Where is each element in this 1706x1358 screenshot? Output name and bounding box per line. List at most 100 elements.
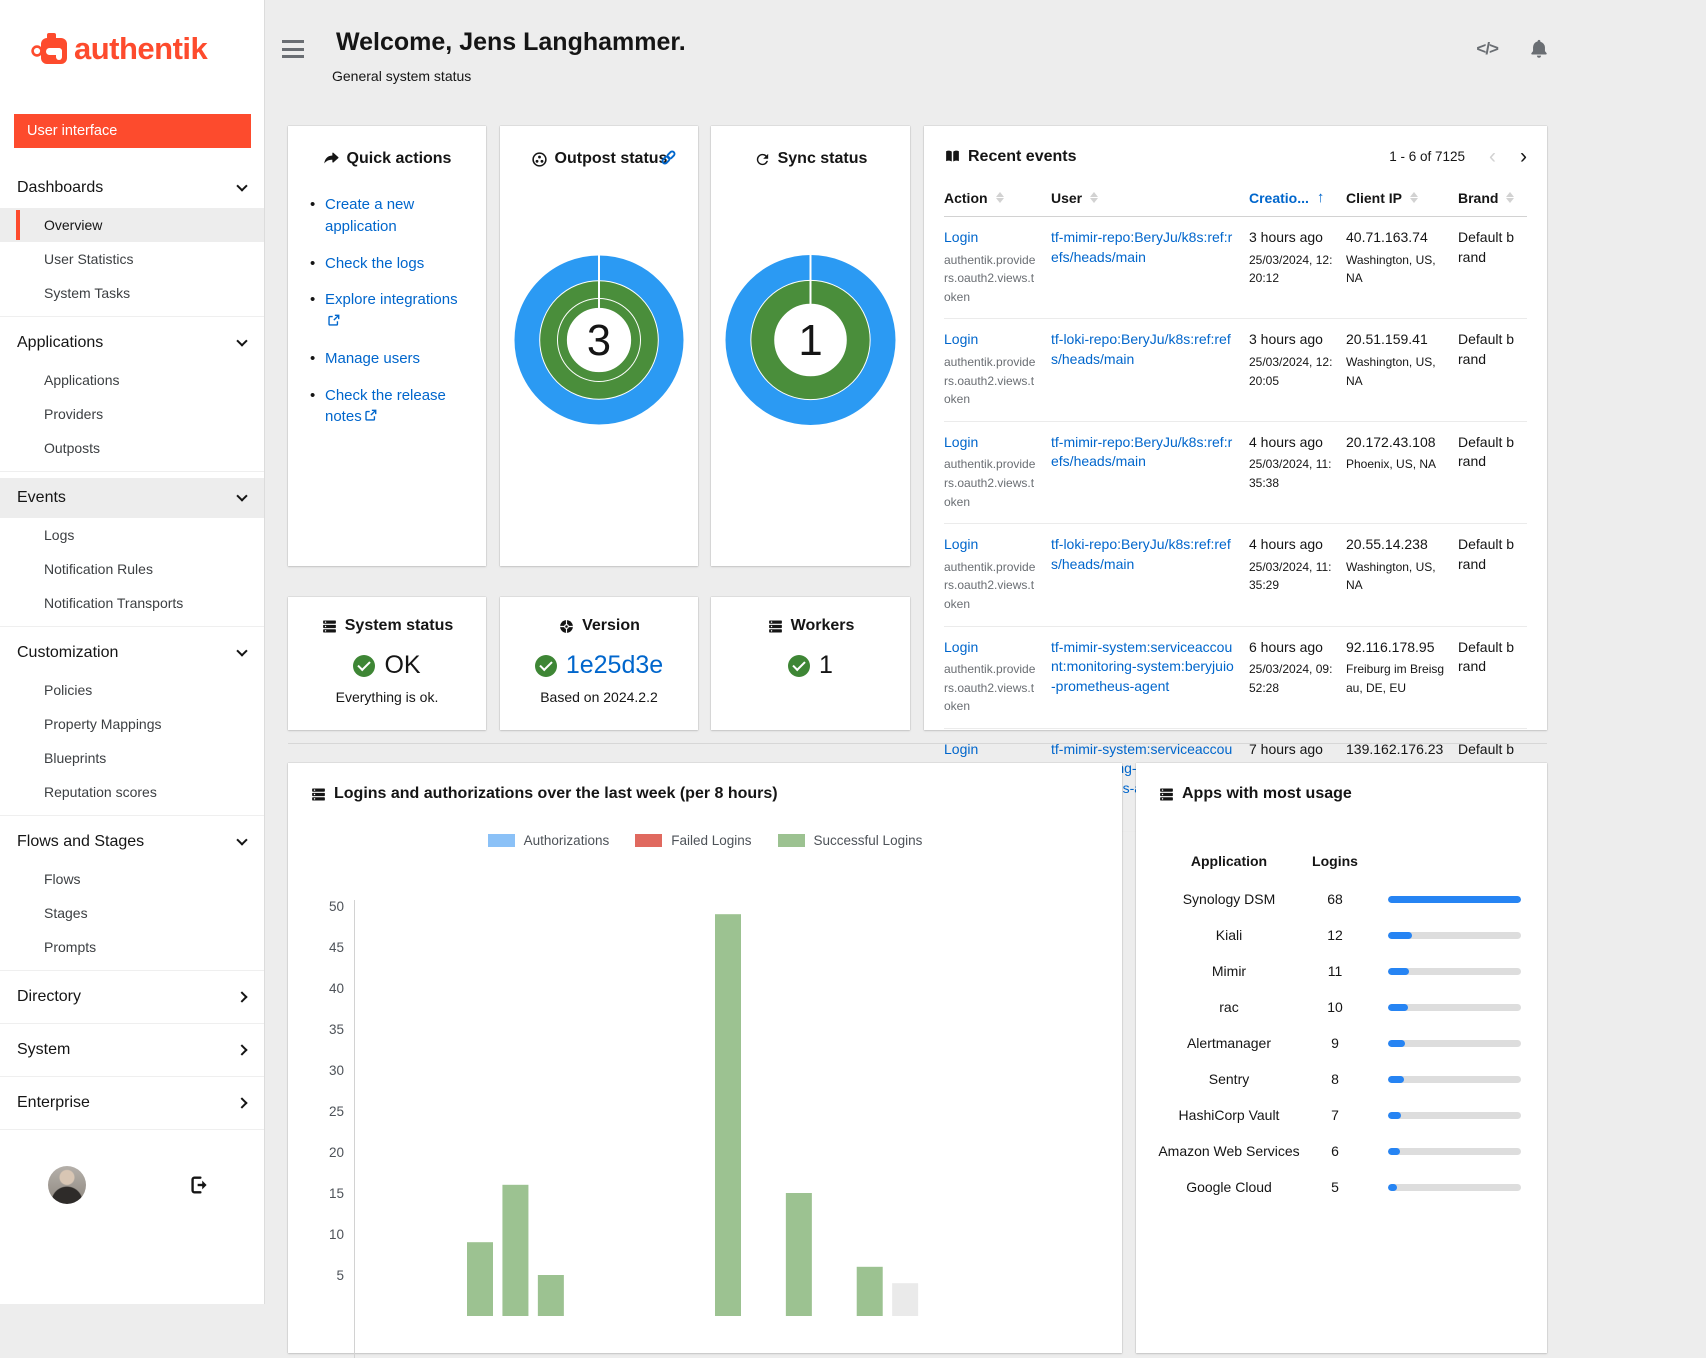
sidebar-section-system[interactable]: System: [0, 1030, 264, 1070]
quick-action-item: Manage users: [306, 348, 468, 370]
sort-icon: [1410, 192, 1418, 203]
event-action-link[interactable]: Login: [944, 433, 978, 453]
sidebar-item-system-tasks[interactable]: System Tasks: [0, 276, 264, 310]
event-user-cell: tf-mimir-system:serviceaccount:monitorin…: [1051, 638, 1249, 716]
event-action-link[interactable]: Login: [944, 228, 978, 248]
event-action-cell: Login authentik.providers.oauth2.views.to…: [944, 535, 1051, 613]
sidebar-item-flows[interactable]: Flows: [0, 862, 264, 896]
user-interface-button[interactable]: User interface: [14, 114, 251, 148]
quick-action-link[interactable]: Manage users: [325, 350, 420, 367]
event-client-ip: 92.116.178.95: [1346, 638, 1446, 658]
sidebar-section-customization[interactable]: Customization: [0, 633, 264, 673]
server-stack-icon: [310, 786, 327, 803]
version-value-link[interactable]: 1e25d3e: [566, 651, 663, 680]
event-user-link[interactable]: tf-mimir-repo:BeryJu/k8s:ref:refs/heads/…: [1051, 228, 1237, 267]
pagination-range: 1 - 6 of 7125: [1389, 149, 1465, 164]
authentik-logo[interactable]: authentik: [0, 0, 264, 68]
system-status-value: OK: [384, 651, 420, 680]
sidebar-item-prompts[interactable]: Prompts: [0, 930, 264, 964]
quick-action-link[interactable]: Check the release notes: [325, 387, 446, 426]
hamburger-menu-icon[interactable]: [282, 40, 304, 58]
pagination-prev-icon[interactable]: ‹: [1489, 146, 1496, 167]
event-user-link[interactable]: tf-loki-repo:BeryJu/k8s:ref:refs/heads/m…: [1051, 330, 1237, 369]
apps-usage-row: Kiali12: [1158, 917, 1525, 953]
events-column-user[interactable]: User: [1051, 189, 1249, 206]
sidebar-section-applications[interactable]: Applications: [0, 323, 264, 363]
event-action-cell: Loginauthentik.providers.oauth2.views.to…: [944, 228, 1051, 306]
sidebar-item-user-statistics[interactable]: User Statistics: [0, 242, 264, 276]
y-tick-label: 45: [329, 940, 344, 955]
event-client-ip-cell: 20.55.14.238Washington, US, NA: [1346, 535, 1458, 613]
sidebar-section-directory[interactable]: Directory: [0, 977, 264, 1017]
quick-action-link[interactable]: Explore integrations: [325, 291, 458, 308]
app-usage-bar-track: [1388, 1184, 1521, 1191]
event-action-link[interactable]: Login: [944, 330, 978, 350]
quick-actions-title: Quick actions: [306, 150, 468, 168]
server-stack-icon: [767, 618, 784, 635]
sidebar-group-enterprise: Enterprise: [0, 1076, 264, 1130]
outpost-link-icon[interactable]: [659, 148, 678, 167]
column-label: Creatio...: [1249, 190, 1309, 206]
pagination-next-icon[interactable]: ›: [1520, 146, 1527, 167]
sidebar-section-enterprise[interactable]: Enterprise: [0, 1083, 264, 1123]
sidebar-section-events[interactable]: Events: [0, 478, 264, 518]
quick-action-link[interactable]: Create a new application: [325, 196, 414, 235]
sidebar-item-overview[interactable]: Overview: [0, 208, 264, 242]
event-action-link[interactable]: Login: [944, 535, 978, 555]
sort-icon: [996, 192, 1004, 203]
sidebar-item-notification-rules[interactable]: Notification Rules: [0, 552, 264, 586]
events-column-action[interactable]: Action: [944, 189, 1051, 206]
event-user-link[interactable]: tf-mimir-system:serviceaccount:monitorin…: [1051, 638, 1237, 697]
system-status-card: System status OK Everything is ok.: [288, 597, 486, 730]
apps-usage-row: Synology DSM68: [1158, 881, 1525, 917]
event-brand-cell: Default brand: [1458, 638, 1527, 716]
chevron-right-icon: [236, 991, 247, 1002]
sidebar-section-label: Enterprise: [17, 1094, 90, 1112]
event-client-location: Freiburg im Breisgau, DE, EU: [1346, 660, 1446, 697]
column-label: Client IP: [1346, 190, 1402, 206]
app-usage-bar-fill: [1388, 1148, 1400, 1155]
app-logins-count: 5: [1300, 1179, 1370, 1195]
recent-events-title: Recent events: [944, 148, 1077, 166]
sidebar-section-dashboards[interactable]: Dashboards: [0, 168, 264, 208]
sidebar-section-flows-and-stages[interactable]: Flows and Stages: [0, 822, 264, 862]
app-usage-bar-fill: [1388, 1112, 1401, 1119]
apps-usage-card: Apps with most usage Application Logins …: [1136, 763, 1547, 1353]
sidebar-item-outposts[interactable]: Outposts: [0, 431, 264, 465]
app-usage-bar-fill: [1388, 968, 1409, 975]
bar-successful-logins: [786, 1193, 812, 1316]
event-user-link[interactable]: tf-loki-repo:BeryJu/k8s:ref:refs/heads/m…: [1051, 535, 1237, 574]
event-action-detail: authentik.providers.oauth2.views.token: [944, 558, 1039, 614]
sidebar-item-policies[interactable]: Policies: [0, 673, 264, 707]
events-column-client-ip[interactable]: Client IP: [1346, 189, 1458, 206]
logout-icon[interactable]: [188, 1174, 210, 1196]
event-user-link[interactable]: tf-mimir-repo:BeryJu/k8s:ref:refs/heads/…: [1051, 433, 1237, 472]
apps-table-body: Synology DSM68Kiali12Mimir11rac10Alertma…: [1158, 881, 1525, 1205]
sidebar-item-property-mappings[interactable]: Property Mappings: [0, 707, 264, 741]
event-action-detail: authentik.providers.oauth2.views.token: [944, 353, 1039, 409]
user-avatar[interactable]: [48, 1166, 86, 1204]
notifications-bell-icon[interactable]: [1528, 38, 1550, 60]
apps-col-logins: Logins: [1300, 853, 1370, 869]
quick-action-link[interactable]: Check the logs: [325, 255, 424, 272]
event-client-ip-cell: 40.71.163.74Washington, US, NA: [1346, 228, 1458, 306]
logins-chart-card: Logins and authorizations over the last …: [288, 763, 1122, 1353]
events-column-brand[interactable]: Brand: [1458, 189, 1527, 206]
events-column-creatio-[interactable]: Creatio...↑: [1249, 189, 1346, 206]
sidebar-item-reputation-scores[interactable]: Reputation scores: [0, 775, 264, 809]
sidebar-item-blueprints[interactable]: Blueprints: [0, 741, 264, 775]
sidebar-item-stages[interactable]: Stages: [0, 896, 264, 930]
app-name: Kiali: [1158, 926, 1300, 945]
api-code-icon[interactable]: </>: [1476, 39, 1498, 59]
sidebar-item-applications[interactable]: Applications: [0, 363, 264, 397]
sidebar-item-providers[interactable]: Providers: [0, 397, 264, 431]
success-check-icon: [535, 655, 557, 677]
apps-usage-row: rac10: [1158, 989, 1525, 1025]
legend-label: Authorizations: [524, 833, 610, 848]
event-action-link[interactable]: Login: [944, 638, 978, 658]
sidebar-item-notification-transports[interactable]: Notification Transports: [0, 586, 264, 620]
event-creation-relative: 4 hours ago: [1249, 433, 1334, 453]
server-stack-icon: [321, 618, 338, 635]
sort-icon: [1506, 192, 1514, 203]
sidebar-item-logs[interactable]: Logs: [0, 518, 264, 552]
